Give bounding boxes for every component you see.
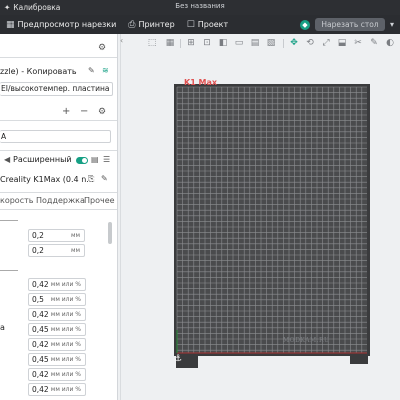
settings-icon[interactable]: ⚙ (98, 107, 106, 117)
tab-other[interactable]: Прочее (84, 196, 115, 205)
first-layer-width-value: 0,5 (32, 295, 44, 304)
divider (0, 192, 117, 193)
plate-foot-right (350, 356, 368, 364)
expand-icon[interactable]: ◀ (4, 155, 10, 164)
row-marker: а (0, 323, 5, 332)
layer-height-value: 0,2 (32, 231, 44, 240)
first-layer-width-field[interactable]: 0,5 мм или % (28, 293, 86, 306)
printer-icon: ⎙ (128, 19, 136, 30)
inner-wall-width-unit: мм или % (50, 326, 81, 333)
process-profile[interactable]: Creality K1Max (0.4 n... (0, 175, 94, 184)
outer-wall-width-field[interactable]: 0,42 мм или % (28, 308, 86, 321)
compare-icon[interactable]: ▤ (91, 155, 99, 164)
divider (0, 209, 117, 210)
remove-icon[interactable]: − (80, 106, 88, 117)
plate-name: K1 Max (184, 78, 218, 87)
watermark: MODKAM.RU (283, 337, 330, 344)
internal-solid-width-field[interactable]: 0,42 мм или % (28, 368, 86, 381)
inner-wall-width-value: 0,45 (32, 325, 49, 334)
tab-printer-label: Принтер (138, 20, 175, 29)
first-layer-height-field[interactable]: 0,2 мм (28, 244, 85, 257)
slice-plate-button[interactable]: Нарезать стол (314, 18, 385, 31)
wifi-icon: ≋ (102, 66, 109, 75)
tab-printer[interactable]: ⎙ Принтер (122, 15, 180, 34)
project-icon: ☐ (186, 19, 195, 30)
printer-name[interactable]: zzle) - Копировать (0, 67, 77, 76)
outer-wall-width-value: 0,42 (32, 310, 49, 319)
add-icon[interactable]: + (62, 106, 70, 117)
tab-project[interactable]: ☐ Проект (181, 15, 234, 34)
top-surface-width-unit: мм или % (50, 341, 81, 348)
edit-icon[interactable]: ✎ (88, 66, 95, 75)
support-width-field[interactable]: 0,42 мм или % (28, 383, 86, 396)
gear-icon[interactable]: ⚙ (98, 43, 106, 53)
advanced-toggle[interactable] (76, 157, 88, 164)
anchor-icon: ⚓ (174, 354, 183, 364)
first-layer-height-unit: мм (70, 247, 80, 254)
first-layer-width-unit: мм или % (50, 296, 81, 303)
plate-type-value: EI/высокотемпер. пластина (1, 84, 110, 93)
tab-preview[interactable]: ▦ Предпросмотр нарезки (0, 15, 122, 34)
internal-solid-width-unit: мм или % (50, 371, 81, 378)
divider (0, 57, 117, 58)
internal-solid-width-value: 0,42 (32, 370, 49, 379)
window-title: Без названия (175, 2, 225, 10)
top-surface-width-field[interactable]: 0,42 мм или % (28, 338, 86, 351)
title-bar: ✦ Калибровка Без названия (0, 0, 400, 15)
divider (0, 150, 117, 151)
save-icon[interactable]: ⎘ (88, 174, 94, 184)
settings-sidebar: ⚙ zzle) - Копировать ✎ ≋ EI/высокотемпер… (0, 34, 118, 400)
inner-wall-width-field[interactable]: 0,45 мм или % (28, 323, 86, 336)
list-icon[interactable]: ☰ (103, 155, 110, 164)
plate-type-select[interactable]: EI/высокотемпер. пластина (0, 82, 113, 96)
build-plate[interactable] (118, 34, 400, 400)
chevron-down-icon[interactable]: ▾ (390, 20, 394, 29)
section-marker (0, 270, 18, 271)
tab-preview-label: Предпросмотр нарезки (17, 20, 117, 29)
outer-wall-width-unit: мм или % (50, 311, 81, 318)
sparse-infill-width-unit: мм или % (50, 356, 81, 363)
filament-value: A (1, 132, 7, 141)
sparse-infill-width-value: 0,45 (32, 355, 49, 364)
tab-project-label: Проект (197, 20, 229, 29)
build-plate-viewport[interactable]: ‹ ⬚ ▦ ⊞ ⊡ ◧ ▭ ▤ ▧ ✥ ⟲ ⤢ ⬓ ✂ ✎ ◐ K1 Max M… (118, 34, 400, 400)
section-marker (0, 220, 18, 221)
first-layer-height-value: 0,2 (32, 246, 44, 255)
layer-height-unit: мм (70, 232, 80, 239)
main-navbar: ▦ Предпросмотр нарезки ⎙ Принтер ☐ Проек… (0, 15, 400, 34)
tab-support[interactable]: Поддержка (36, 196, 85, 205)
tab-speed[interactable]: корость (0, 196, 33, 205)
advanced-label: Расширенный (13, 155, 72, 164)
sidebar-scrollbar[interactable] (108, 222, 112, 244)
line-width-unit: мм или % (50, 281, 81, 288)
divider (0, 120, 117, 121)
line-width-value: 0,42 (32, 280, 49, 289)
sparse-infill-width-field[interactable]: 0,45 мм или % (28, 353, 86, 366)
layer-height-field[interactable]: 0,2 мм (28, 229, 85, 242)
support-width-unit: мм или % (50, 386, 81, 393)
line-width-field[interactable]: 0,42 мм или % (28, 278, 86, 291)
support-width-value: 0,42 (32, 385, 49, 394)
edit-process-icon[interactable]: ✎ (101, 174, 108, 183)
slice-status-icon[interactable]: ◆ (299, 19, 310, 30)
preview-icon: ▦ (6, 19, 15, 30)
top-surface-width-value: 0,42 (32, 340, 49, 349)
filament-select[interactable]: A (0, 130, 111, 143)
